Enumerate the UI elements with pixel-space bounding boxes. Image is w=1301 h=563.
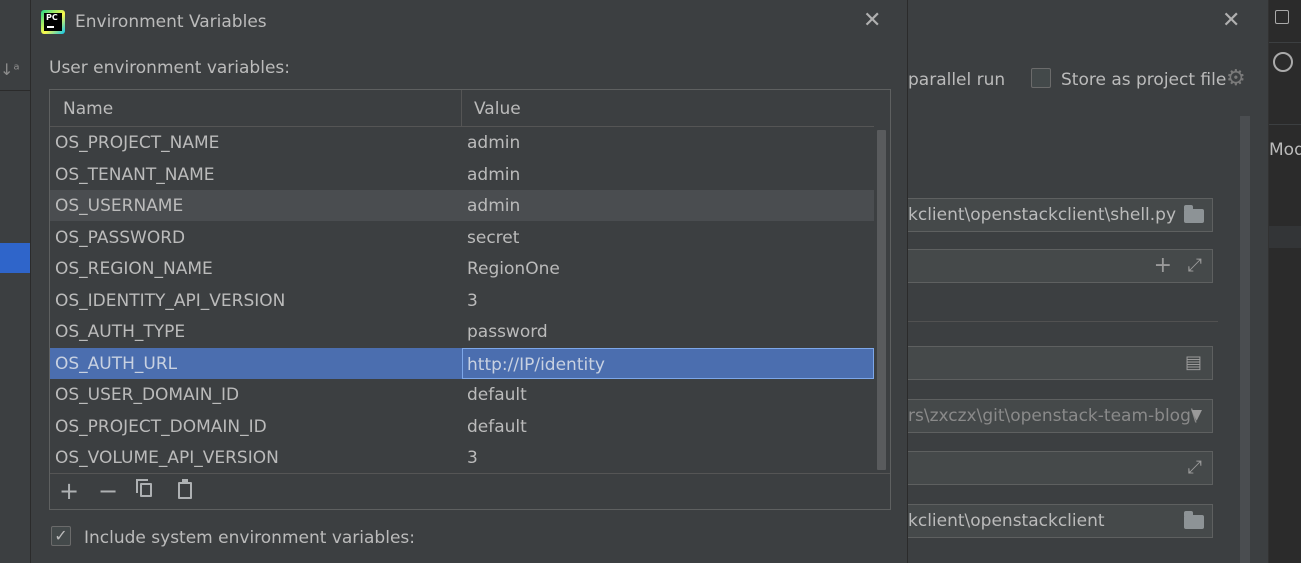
- row-band: [1269, 226, 1301, 248]
- folder-icon[interactable]: [1184, 511, 1204, 529]
- include-system-label: Include system environment variables:: [84, 528, 415, 548]
- cell-value[interactable]: default: [467, 385, 527, 405]
- close-icon[interactable]: ✕: [863, 8, 881, 33]
- sort-alphabetically-icon[interactable]: ↓ᵃ: [0, 60, 20, 79]
- paste-button[interactable]: [172, 478, 198, 504]
- cell-name[interactable]: OS_AUTH_TYPE: [55, 322, 185, 342]
- background-close-icon[interactable]: ✕: [1222, 8, 1240, 33]
- cell-value[interactable]: password: [467, 322, 548, 342]
- cell-value[interactable]: admin: [467, 165, 520, 185]
- cell-name[interactable]: OS_TENANT_NAME: [55, 165, 215, 185]
- folder-icon[interactable]: [1184, 205, 1204, 223]
- section-divider: [908, 321, 1218, 322]
- working-directory-dropdown[interactable]: rs\zxczx\git\openstack-team-blog\ ▼: [908, 399, 1213, 433]
- cell-name[interactable]: OS_PASSWORD: [55, 228, 185, 248]
- script-path-text: kclient\openstackclient\shell.py: [908, 205, 1177, 225]
- script-path-field[interactable]: kclient\openstackclient\shell.py: [908, 198, 1213, 232]
- paste-icon: [178, 479, 192, 499]
- store-as-project-file-checkbox[interactable]: [1031, 68, 1051, 88]
- add-icon[interactable]: +: [1154, 253, 1172, 278]
- table-toolbar: + −: [50, 473, 890, 510]
- table-row[interactable]: OS_PROJECT_NAME admin: [50, 127, 874, 158]
- cell-name[interactable]: OS_AUTH_URL: [55, 354, 177, 374]
- divider: [0, 90, 30, 91]
- cell-value[interactable]: RegionOne: [467, 259, 560, 279]
- table-row[interactable]: OS_VOLUME_API_VERSION 3: [50, 442, 874, 473]
- refresh-icon[interactable]: [1273, 52, 1293, 72]
- column-header-name[interactable]: Name: [63, 99, 113, 119]
- table-row[interactable]: OS_IDENTITY_API_VERSION 3: [50, 285, 874, 316]
- chevron-down-icon[interactable]: ▼: [1191, 407, 1202, 423]
- table-row[interactable]: OS_PROJECT_DOMAIN_ID default: [50, 411, 874, 442]
- copy-icon: [136, 479, 152, 497]
- gear-icon[interactable]: ⚙: [1226, 66, 1246, 91]
- cell-name[interactable]: OS_REGION_NAME: [55, 259, 213, 279]
- cell-name[interactable]: OS_PROJECT_DOMAIN_ID: [55, 417, 267, 437]
- dialog-title: Environment Variables: [75, 12, 267, 32]
- cell-name[interactable]: OS_VOLUME_API_VERSION: [55, 448, 279, 468]
- right-side-panel: Mod: [1268, 0, 1301, 563]
- table-scrollbar[interactable]: [876, 127, 887, 473]
- table-row[interactable]: OS_PASSWORD secret: [50, 222, 874, 253]
- background-left-panel: ↓ᵃ: [0, 0, 30, 563]
- cell-value[interactable]: 3: [467, 448, 478, 468]
- pycharm-app-icon: PC: [41, 10, 65, 34]
- table-row[interactable]: OS_TENANT_NAME admin: [50, 159, 874, 190]
- table-header: Name Value: [50, 90, 874, 127]
- working-dir-field[interactable]: kclient\openstackclient: [908, 504, 1213, 538]
- table-row[interactable]: OS_AUTH_TYPE password: [50, 316, 874, 347]
- expand-icon[interactable]: ⤢: [1188, 255, 1202, 276]
- copy-button[interactable]: [134, 478, 160, 504]
- store-as-project-file-label: Store as project file: [1061, 70, 1227, 90]
- cell-value[interactable]: admin: [467, 133, 520, 153]
- background-scrollbar[interactable]: [1240, 116, 1250, 563]
- table-row[interactable]: OS_AUTH_URL http://IP/identity: [50, 348, 874, 379]
- table-row[interactable]: OS_USERNAME admin: [50, 190, 874, 221]
- parallel-run-label: parallel run: [908, 70, 1006, 90]
- table-row[interactable]: OS_USER_DOMAIN_ID default: [50, 379, 874, 410]
- table-body: OS_PROJECT_NAME admin OS_TENANT_NAME admin O…: [50, 127, 874, 473]
- cell-value[interactable]: 3: [467, 291, 478, 311]
- cell-name[interactable]: OS_USERNAME: [55, 196, 183, 216]
- interpreter-options-field[interactable]: ⤢: [908, 451, 1213, 485]
- cell-value[interactable]: admin: [467, 196, 520, 216]
- expand-icon[interactable]: ⤢: [1188, 457, 1202, 478]
- user-env-vars-label: User environment variables:: [49, 58, 290, 78]
- include-system-checkbox[interactable]: ✓: [51, 526, 71, 546]
- environment-variables-field[interactable]: ▤: [908, 346, 1213, 380]
- cell-name[interactable]: OS_IDENTITY_API_VERSION: [55, 291, 285, 311]
- working-directory-dropdown-text: rs\zxczx\git\openstack-team-blog\: [908, 406, 1197, 426]
- parameters-field[interactable]: + ⤢: [908, 249, 1213, 283]
- table-row[interactable]: OS_REGION_NAME RegionOne: [50, 253, 874, 284]
- working-dir-text: kclient\openstackclient: [908, 511, 1105, 531]
- partial-label: Mod: [1269, 140, 1301, 160]
- window-restore-icon[interactable]: [1275, 10, 1289, 24]
- list-document-icon[interactable]: ▤: [1185, 352, 1202, 373]
- env-vars-table: Name Value OS_PROJECT_NAME admin OS_TENANT…: [49, 89, 891, 510]
- value-edit-field[interactable]: http://IP/identity: [462, 348, 874, 379]
- add-button[interactable]: +: [56, 478, 82, 504]
- environment-variables-dialog: PC Environment Variables ✕ User environm…: [30, 0, 908, 563]
- cell-name[interactable]: OS_USER_DOMAIN_ID: [55, 385, 239, 405]
- cell-value[interactable]: secret: [467, 228, 519, 248]
- remove-button[interactable]: −: [95, 478, 121, 504]
- divider: [1269, 124, 1301, 125]
- app-icon-text: PC: [46, 13, 58, 22]
- selected-config-highlight[interactable]: [0, 243, 30, 273]
- divider: [1269, 42, 1301, 43]
- column-separator[interactable]: [461, 90, 462, 126]
- cell-value[interactable]: http://IP/identity: [467, 355, 605, 375]
- scrollbar-thumb[interactable]: [877, 130, 886, 470]
- cell-value[interactable]: default: [467, 417, 527, 437]
- column-header-value[interactable]: Value: [474, 99, 521, 119]
- dialog-title-bar[interactable]: PC Environment Variables ✕: [31, 0, 907, 46]
- cell-name[interactable]: OS_PROJECT_NAME: [55, 133, 219, 153]
